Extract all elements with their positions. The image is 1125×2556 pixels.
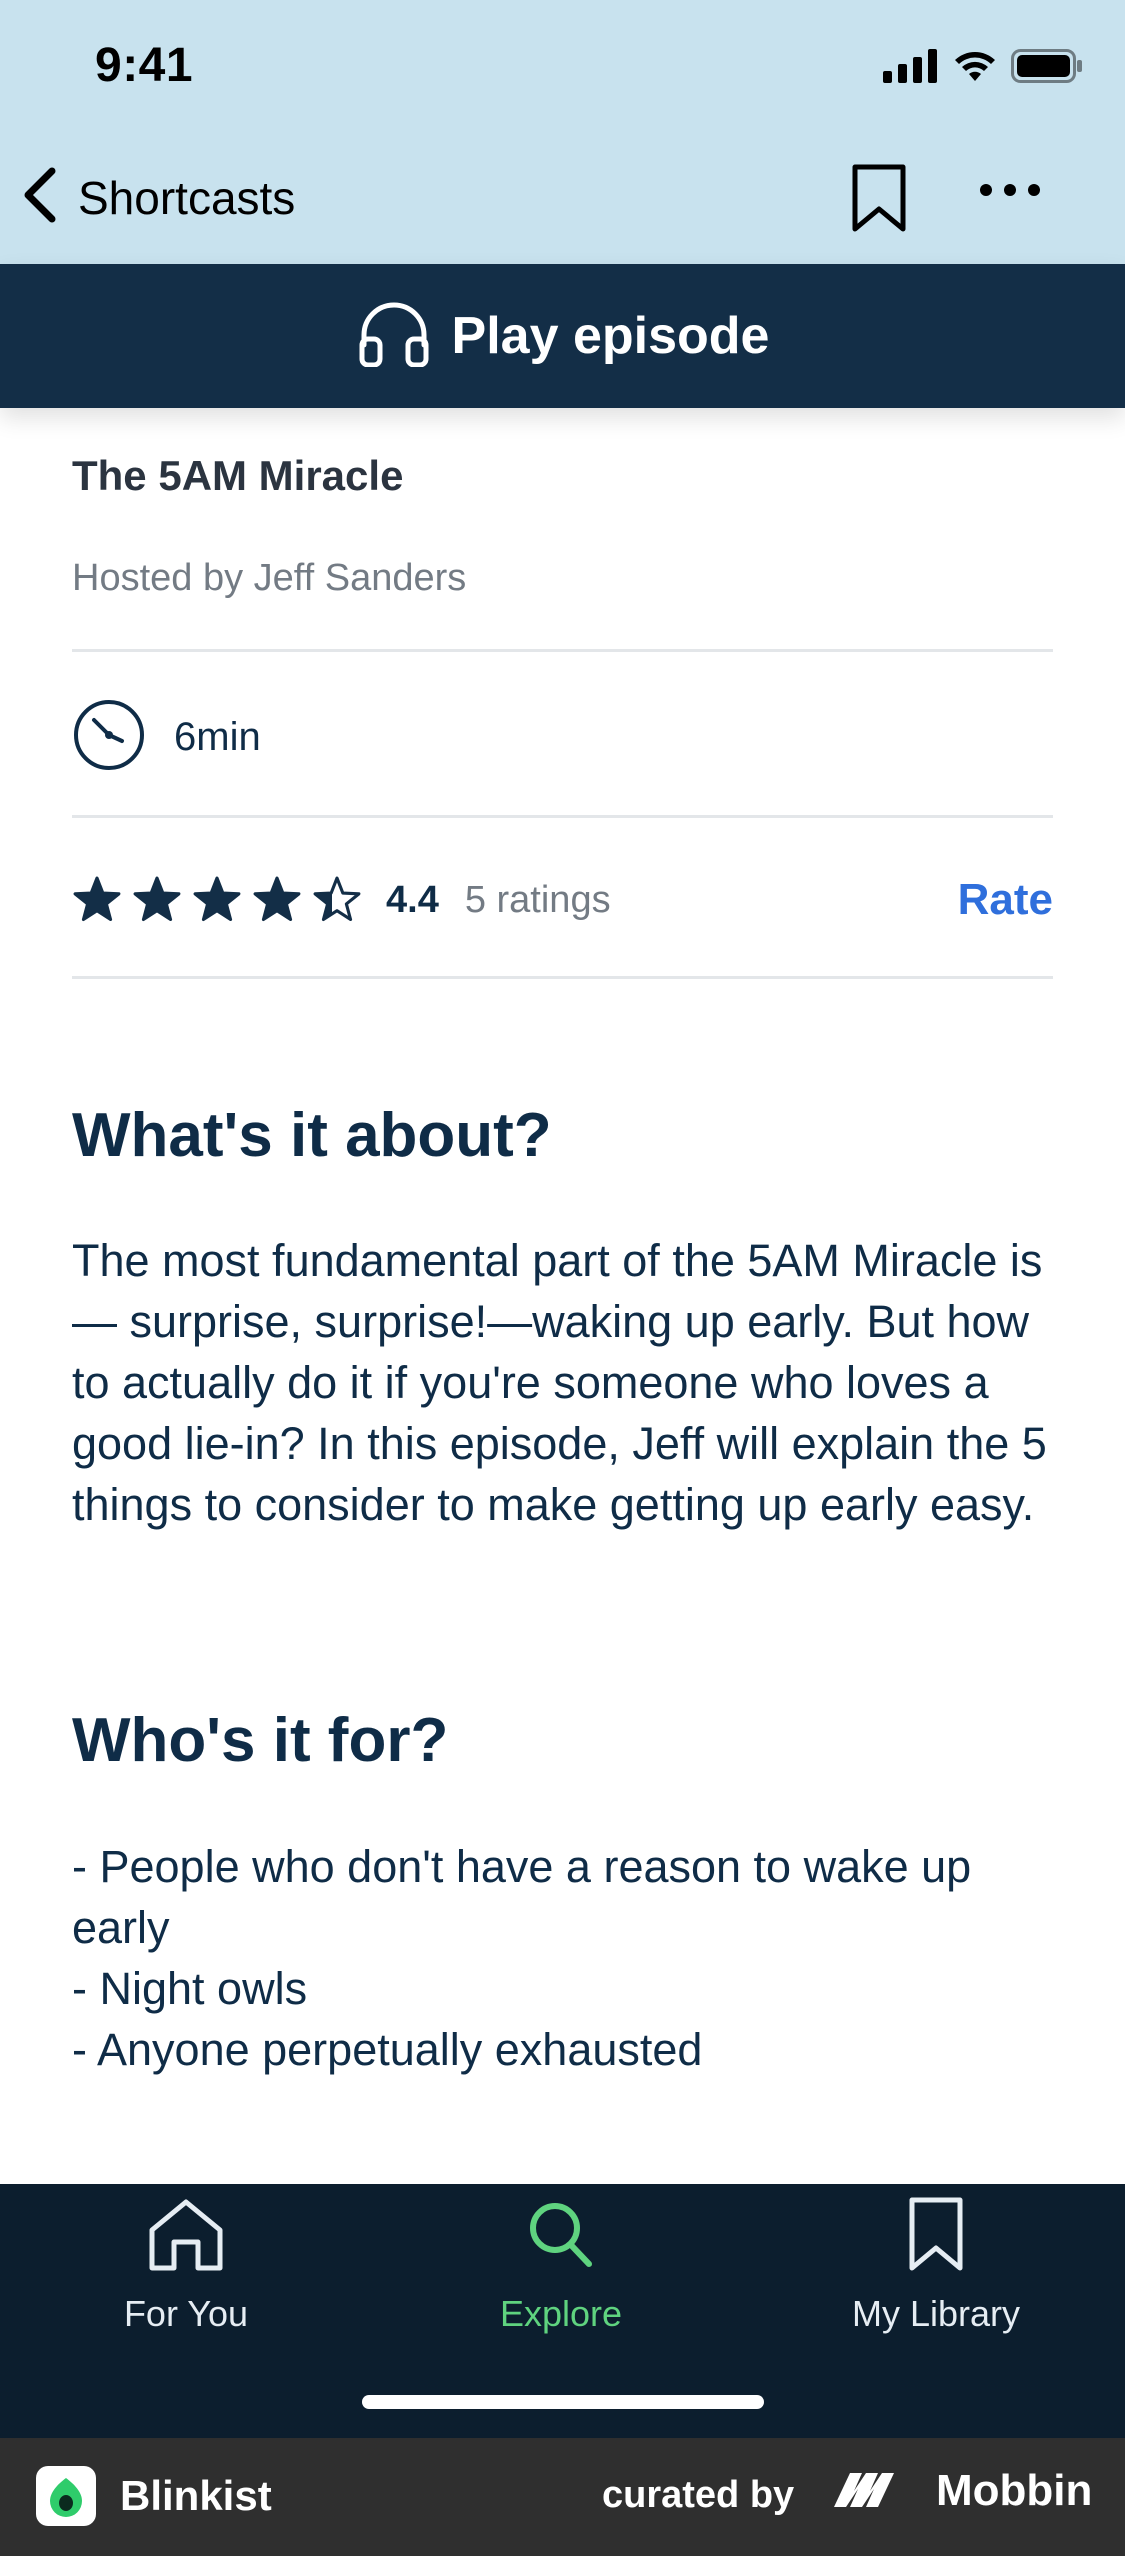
- app-brand: Blinkist: [36, 2466, 272, 2526]
- chevron-left-icon: [20, 165, 60, 230]
- audience-text: - People who don't have a reason to wake…: [72, 1841, 972, 2075]
- home-icon: [146, 2196, 226, 2277]
- episode-title: The 5AM Miracle: [72, 452, 404, 499]
- mobbin-name: Mobbin: [936, 2466, 1093, 2515]
- rating-value: 4.4: [386, 878, 439, 921]
- play-episode-button[interactable]: Play episode: [0, 264, 1125, 408]
- tab-label: For You: [123, 2293, 249, 2334]
- audience-heading: Who's it for?: [72, 1706, 449, 1775]
- status-icons: [883, 46, 1083, 90]
- more-icon: [975, 184, 1045, 209]
- blinkist-logo-icon: [36, 2466, 96, 2526]
- curated-label: curated by: [602, 2474, 795, 2516]
- more-button[interactable]: [975, 175, 1045, 205]
- battery-icon: [1011, 48, 1083, 88]
- bookmark-button[interactable]: [850, 163, 908, 233]
- star-icon: [193, 876, 241, 922]
- mobbin-brand: Mobbin: [832, 2466, 1092, 2516]
- rating-count: 5 ratings: [464, 878, 611, 921]
- about-heading: What's it about?: [72, 1101, 552, 1170]
- tab-explore[interactable]: Explore: [411, 2196, 711, 2334]
- rate-button[interactable]: Rate: [958, 875, 1053, 925]
- bookmark-icon: [896, 2196, 976, 2277]
- bookmark-icon: [850, 164, 908, 237]
- wifi-icon: [953, 49, 997, 88]
- mobbin-logo-icon: [832, 2467, 924, 2516]
- search-icon: [521, 2196, 601, 2277]
- tab-for-you[interactable]: For You: [36, 2196, 336, 2334]
- star-icon: [313, 876, 361, 922]
- home-indicator: [362, 2395, 764, 2409]
- play-episode-label: Play episode: [451, 307, 770, 365]
- episode-host: Hosted by Jeff Sanders: [72, 557, 467, 599]
- headphones-icon: [356, 301, 432, 372]
- duration-row: 6min: [72, 698, 261, 777]
- divider: [72, 976, 1053, 979]
- star-icon: [133, 876, 181, 922]
- status-time: 9:41: [95, 39, 194, 92]
- rating-row: 4.4 5 ratings Rate: [72, 870, 1053, 930]
- back-label: Shortcasts: [78, 171, 296, 224]
- duration-label: 6min: [174, 715, 261, 759]
- tab-label: Explore: [499, 2293, 623, 2334]
- app-name: Blinkist: [120, 2472, 272, 2519]
- star-icon: [73, 876, 121, 922]
- rating-stars: [72, 875, 362, 925]
- star-icon: [253, 876, 301, 922]
- tab-label: My Library: [851, 2293, 1021, 2334]
- divider: [72, 815, 1053, 818]
- back-button[interactable]: Shortcasts: [20, 165, 295, 230]
- tab-my-library[interactable]: My Library: [786, 2196, 1086, 2334]
- about-text: The most fundamental part of the 5AM Mir…: [72, 1235, 1047, 1530]
- clock-icon: [72, 698, 146, 777]
- signal-icon: [883, 48, 939, 88]
- divider: [72, 649, 1053, 652]
